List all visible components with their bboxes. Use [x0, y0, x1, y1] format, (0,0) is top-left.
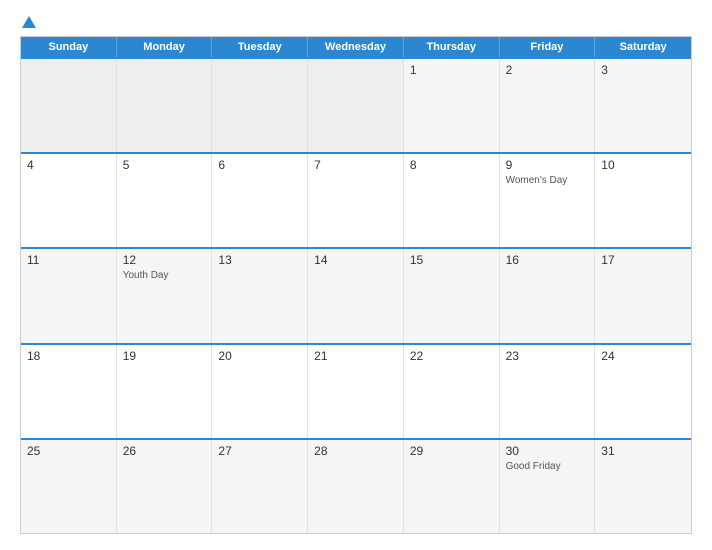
calendar-day-cell: 7: [308, 154, 404, 247]
day-number: 27: [218, 444, 301, 458]
calendar-day-cell: 26: [117, 440, 213, 533]
calendar-day-cell: 22: [404, 345, 500, 438]
day-number: 10: [601, 158, 685, 172]
day-number: 29: [410, 444, 493, 458]
day-number: 20: [218, 349, 301, 363]
calendar-day-cell: 15: [404, 249, 500, 342]
calendar-week-row: 11 12 Youth Day 13 14 15 16 17: [21, 247, 691, 342]
holiday-label: Youth Day: [123, 269, 206, 282]
calendar-day-cell: 20: [212, 345, 308, 438]
calendar-day-cell: 4: [21, 154, 117, 247]
day-number: 2: [506, 63, 589, 77]
calendar-day-cell: 6: [212, 154, 308, 247]
calendar-day-cell: [117, 59, 213, 152]
day-number: 4: [27, 158, 110, 172]
calendar-day-cell: 2: [500, 59, 596, 152]
day-number: 26: [123, 444, 206, 458]
calendar-week-row: 123: [21, 57, 691, 152]
day-number: 7: [314, 158, 397, 172]
day-number: 23: [506, 349, 589, 363]
calendar-week-row: 456789 Women's Day 10: [21, 152, 691, 247]
calendar-header-cell: Sunday: [21, 37, 117, 57]
calendar-day-cell: 10: [595, 154, 691, 247]
calendar-day-cell: 30 Good Friday: [500, 440, 596, 533]
day-number: 19: [123, 349, 206, 363]
calendar-page: SundayMondayTuesdayWednesdayThursdayFrid…: [0, 0, 712, 550]
calendar-day-cell: 9 Women's Day: [500, 154, 596, 247]
day-number: 18: [27, 349, 110, 363]
calendar-day-cell: [308, 59, 404, 152]
day-number: 28: [314, 444, 397, 458]
calendar-header-row: SundayMondayTuesdayWednesdayThursdayFrid…: [21, 37, 691, 57]
logo: [20, 16, 36, 28]
calendar-day-cell: [21, 59, 117, 152]
day-number: 14: [314, 253, 397, 267]
day-number: 24: [601, 349, 685, 363]
calendar-day-cell: 18: [21, 345, 117, 438]
calendar-day-cell: 17: [595, 249, 691, 342]
holiday-label: Women's Day: [506, 174, 589, 187]
day-number: 3: [601, 63, 685, 77]
day-number: 21: [314, 349, 397, 363]
calendar-day-cell: 25: [21, 440, 117, 533]
calendar-day-cell: 5: [117, 154, 213, 247]
calendar-day-cell: 3: [595, 59, 691, 152]
logo-triangle-icon: [22, 16, 36, 28]
day-number: 30: [506, 444, 589, 458]
calendar-day-cell: 16: [500, 249, 596, 342]
header: [20, 16, 692, 28]
calendar-day-cell: 29: [404, 440, 500, 533]
calendar-grid: SundayMondayTuesdayWednesdayThursdayFrid…: [20, 36, 692, 534]
day-number: 25: [27, 444, 110, 458]
calendar-day-cell: [212, 59, 308, 152]
calendar-header-cell: Friday: [500, 37, 596, 57]
calendar-day-cell: 23: [500, 345, 596, 438]
day-number: 31: [601, 444, 685, 458]
calendar-header-cell: Thursday: [404, 37, 500, 57]
calendar-header-cell: Wednesday: [308, 37, 404, 57]
day-number: 5: [123, 158, 206, 172]
day-number: 1: [410, 63, 493, 77]
calendar-header-cell: Tuesday: [212, 37, 308, 57]
day-number: 22: [410, 349, 493, 363]
calendar-day-cell: 19: [117, 345, 213, 438]
day-number: 9: [506, 158, 589, 172]
calendar-header-cell: Saturday: [595, 37, 691, 57]
calendar-week-row: 25 26 27 28 29 30 Good Friday 31: [21, 438, 691, 533]
calendar-header-cell: Monday: [117, 37, 213, 57]
day-number: 15: [410, 253, 493, 267]
calendar-day-cell: 1: [404, 59, 500, 152]
day-number: 8: [410, 158, 493, 172]
day-number: 17: [601, 253, 685, 267]
day-number: 6: [218, 158, 301, 172]
day-number: 13: [218, 253, 301, 267]
calendar-day-cell: 27: [212, 440, 308, 533]
calendar-day-cell: 21: [308, 345, 404, 438]
calendar-day-cell: 31: [595, 440, 691, 533]
day-number: 11: [27, 253, 110, 267]
calendar-day-cell: 28: [308, 440, 404, 533]
calendar-day-cell: 24: [595, 345, 691, 438]
holiday-label: Good Friday: [506, 460, 589, 473]
calendar-week-row: 18 19 20 21 22 23 24: [21, 343, 691, 438]
day-number: 16: [506, 253, 589, 267]
calendar-day-cell: 11: [21, 249, 117, 342]
calendar-day-cell: 13: [212, 249, 308, 342]
calendar-day-cell: 12 Youth Day: [117, 249, 213, 342]
calendar-day-cell: 14: [308, 249, 404, 342]
calendar-body: 123456789Women's Day101112Youth Day13141…: [21, 57, 691, 533]
day-number: 12: [123, 253, 206, 267]
calendar-day-cell: 8: [404, 154, 500, 247]
